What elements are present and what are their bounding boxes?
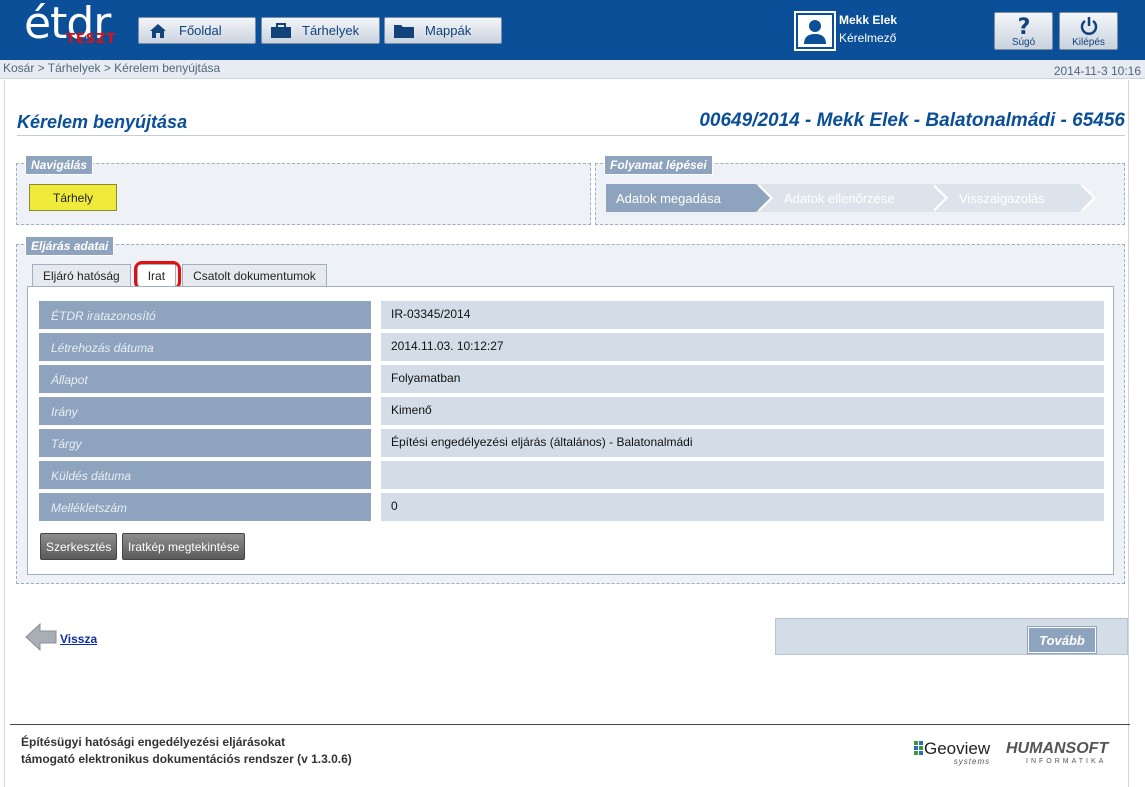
logout-button[interactable]: Kilépés: [1059, 12, 1118, 50]
back-link[interactable]: Vissza: [24, 621, 97, 656]
geoview-sub: systems: [953, 757, 991, 766]
step-label: Visszaigazolás: [959, 190, 1045, 206]
footer-description-line1: Építésügyi hatósági engedélyezési eljárá…: [21, 735, 286, 749]
detail-label: ÉTDR iratazonosító: [39, 301, 371, 329]
detail-row: Küldés dátuma: [39, 461, 1104, 489]
step-label: Adatok megadása: [616, 190, 721, 206]
edit-button[interactable]: Szerkesztés: [40, 533, 118, 560]
humansoft-logo: HUMANSOFT INFORMATIKA: [1006, 740, 1108, 765]
breadcrumb-bar: Kosár > Tárhelyek > Kérelem benyújtása 2…: [0, 60, 1145, 79]
logout-label: Kilépés: [1072, 37, 1105, 48]
nav-home-button[interactable]: Főoldal: [138, 17, 256, 44]
storage-button[interactable]: Tárhely: [29, 184, 117, 211]
page-title: Kérelem benyújtása: [17, 112, 188, 132]
help-label: Súgó: [1011, 37, 1036, 48]
step-data-entry: Adatok megadása: [606, 184, 773, 212]
geoview-logo: Geoview systems: [914, 740, 990, 766]
back-arrow-icon: [24, 621, 58, 656]
current-datetime: 2014-11-3 10:16: [1053, 64, 1141, 78]
step-label: Adatok ellenőrzése: [784, 190, 895, 206]
briefcase-icon: [270, 22, 292, 40]
humansoft-sub: INFORMATIKA: [1026, 758, 1107, 765]
question-icon: ?: [995, 15, 1052, 40]
back-link-label[interactable]: Vissza: [60, 632, 97, 646]
svg-text:?: ?: [1017, 15, 1030, 37]
detail-row: Mellékletszám 0: [39, 493, 1104, 521]
nav-home-label: Főoldal: [179, 23, 222, 38]
detail-label: Létrehozás dátuma: [39, 333, 371, 361]
detail-value: Kimenő: [381, 397, 1104, 425]
power-icon: [1060, 15, 1117, 37]
user-name: Mekk Elek: [839, 13, 898, 27]
tab-authority[interactable]: Eljáró hatóság: [32, 264, 131, 286]
help-button[interactable]: ? Súgó: [994, 12, 1053, 50]
detail-value: Építési engedélyezési eljárás (általános…: [381, 429, 1104, 457]
detail-row: ÉTDR iratazonosító IR-03345/2014: [39, 301, 1104, 329]
nav-storages-button[interactable]: Tárhelyek: [261, 17, 380, 44]
footer-divider: [10, 724, 1130, 725]
detail-label: Mellékletszám: [39, 493, 371, 521]
document-details: ÉTDR iratazonosító IR-03345/2014 Létreho…: [27, 286, 1114, 575]
detail-value: IR-03345/2014: [381, 301, 1104, 329]
process-legend: Folyamat lépései: [604, 155, 713, 175]
case-title: 00649/2014 - Mekk Elek - Balatonalmádi -…: [699, 110, 1125, 131]
view-document-image-button[interactable]: Iratkép megtekintése: [122, 533, 246, 560]
detail-label: Irány: [39, 397, 371, 425]
detail-label: Állapot: [39, 365, 371, 393]
navigation-legend: Navigálás: [25, 155, 94, 175]
top-header: étdr TESZT Főoldal Tárhelyek Mappák Mekk…: [0, 0, 1145, 60]
detail-row: Létrehozás dátuma 2014.11.03. 10:12:27: [39, 333, 1104, 361]
step-data-check: Adatok ellenőrzése: [756, 184, 948, 212]
detail-value: [381, 461, 1104, 489]
navigation-panel: Navigálás Tárhely: [16, 155, 591, 225]
detail-value: Folyamatban: [381, 365, 1104, 393]
step-confirmation: Visszaigazolás: [931, 184, 1096, 212]
tab-attached-documents[interactable]: Csatolt dokumentumok: [182, 264, 327, 286]
breadcrumb[interactable]: Kosár > Tárhelyek > Kérelem benyújtása: [3, 61, 220, 75]
next-bar: Tovább: [775, 618, 1128, 655]
detail-row: Irány Kimenő: [39, 397, 1104, 425]
humansoft-name: HUMANSOFT: [1006, 740, 1109, 757]
footer-description-line2: támogató elektronikus dokumentációs rend…: [21, 752, 352, 766]
nav-storages-label: Tárhelyek: [302, 23, 360, 38]
user-icon: [796, 13, 834, 49]
logo-badge: TESZT: [66, 32, 117, 47]
detail-label: Tárgy: [39, 429, 371, 457]
process-steps: Adatok megadása Adatok ellenőrzése Vissz…: [606, 184, 1096, 212]
detail-value: 0: [381, 493, 1104, 521]
user-avatar: [794, 11, 836, 51]
title-divider: [17, 135, 1125, 136]
etdr-logo[interactable]: étdr TESZT: [18, 0, 128, 54]
detail-row: Tárgy Építési engedélyezési eljárás (ált…: [39, 429, 1104, 457]
geoview-name: Geoview: [924, 739, 991, 758]
process-steps-panel: Folyamat lépései Adatok megadása Adatok …: [595, 155, 1125, 225]
detail-label: Küldés dátuma: [39, 461, 371, 489]
detail-row: Állapot Folyamatban: [39, 365, 1104, 393]
geoview-mark-icon: [914, 741, 923, 755]
next-button[interactable]: Tovább: [1027, 626, 1097, 654]
user-role: Kérelmező: [839, 31, 897, 45]
home-icon: [147, 22, 169, 40]
folder-icon: [393, 22, 415, 40]
nav-folders-button[interactable]: Mappák: [384, 17, 502, 44]
detail-value: 2014.11.03. 10:12:27: [381, 333, 1104, 361]
procedure-legend: Eljárás adatai: [25, 236, 115, 256]
nav-folders-label: Mappák: [425, 23, 472, 38]
